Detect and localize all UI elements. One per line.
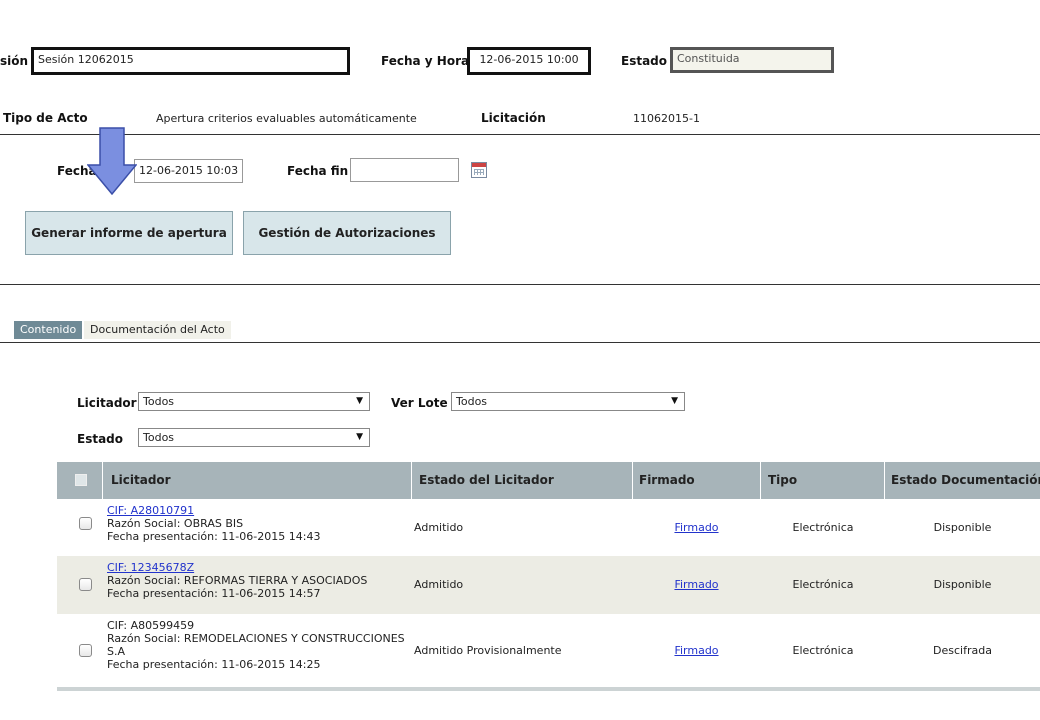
chevron-down-icon: ▼ [356, 432, 363, 442]
cif-link[interactable]: CIF: 12345678Z [107, 561, 367, 574]
calendar-icon[interactable] [471, 162, 487, 178]
licitacion-value: 11062015-1 [633, 112, 700, 125]
cif-link[interactable]: CIF: A28010791 [107, 504, 320, 517]
divider-middle [0, 284, 1040, 285]
table-row: CIF: A28010791 Razón Social: OBRAS BIS F… [57, 500, 1040, 556]
column-header-tipo[interactable]: Tipo [762, 462, 797, 499]
tipo-value: Electrónica [792, 521, 854, 534]
row-checkbox[interactable] [79, 644, 92, 657]
fecha-inicio-field[interactable]: 12-06-2015 10:03 [134, 159, 243, 183]
arrow-down-icon [87, 127, 137, 195]
filter-licitador-label: Licitador [77, 396, 137, 410]
tipo-value: Electrónica [792, 578, 854, 591]
razon-social-continued: S.A [107, 645, 126, 658]
fecha-presentacion: Fecha presentación: 11-06-2015 14:25 [107, 658, 321, 671]
tipo-value: Electrónica [792, 644, 854, 657]
tab-documentacion-acto[interactable]: Documentación del Acto [84, 321, 231, 339]
generar-informe-button[interactable]: Generar informe de apertura [25, 211, 233, 255]
firmado-link[interactable]: Firmado [633, 521, 760, 534]
chevron-down-icon: ▼ [356, 396, 363, 406]
filter-estado-label: Estado [77, 432, 124, 446]
table-row: CIF: A80599459 Razón Social: REMODELACIO… [57, 614, 1040, 687]
session-label: sión [0, 54, 29, 68]
razon-social: Razón Social: REMODELACIONES Y CONSTRUCC… [107, 632, 405, 645]
select-all-checkbox[interactable] [75, 474, 87, 486]
tab-contenido[interactable]: Contenido [14, 321, 83, 339]
column-header-firmado[interactable]: Firmado [633, 462, 695, 499]
estado-label: Estado [621, 54, 668, 68]
filter-estado-value: Todos [143, 431, 175, 444]
filter-licitador-select[interactable]: Todos ▼ [138, 392, 370, 411]
table-footer-bar [57, 687, 1040, 691]
column-header-estado-documentacion[interactable]: Estado Documentación [885, 462, 1040, 499]
row-checkbox[interactable] [79, 517, 92, 530]
licitador-info: CIF: 12345678Z Razón Social: REFORMAS TI… [107, 561, 367, 600]
tipo-acto-label: Tipo de Acto [3, 111, 88, 125]
fecha-presentacion: Fecha presentación: 11-06-2015 14:43 [107, 530, 321, 543]
column-header-estado-licitador[interactable]: Estado del Licitador [413, 462, 554, 499]
cif-text: CIF: A80599459 [107, 619, 195, 632]
column-separator [760, 462, 761, 499]
firmado-link[interactable]: Firmado [633, 578, 760, 591]
divider-tabs [0, 342, 1040, 343]
fecha-presentacion: Fecha presentación: 11-06-2015 14:57 [107, 587, 321, 600]
estado-documentacion-value: Descifrada [933, 644, 992, 657]
filter-licitador-value: Todos [143, 395, 175, 408]
razon-social: Razón Social: OBRAS BIS [107, 517, 244, 530]
estado-licitador: Admitido [414, 578, 464, 591]
estado-documentacion-value: Disponible [933, 578, 992, 591]
estado-field: Constituida [670, 47, 834, 73]
session-field[interactable]: Sesión 12062015 [31, 47, 350, 75]
column-separator [411, 462, 412, 499]
filter-ver-lote-label: Ver Lote [391, 396, 448, 410]
fecha-hora-field[interactable]: 12-06-2015 10:00 [467, 47, 591, 75]
column-header-licitador[interactable]: Licitador [105, 462, 171, 499]
razon-social: Razón Social: REFORMAS TIERRA Y ASOCIADO… [107, 574, 368, 587]
fecha-fin-field[interactable] [350, 158, 459, 182]
licitacion-label: Licitación [481, 111, 546, 125]
gestion-autorizaciones-button[interactable]: Gestión de Autorizaciones [243, 211, 451, 255]
table-row: CIF: 12345678Z Razón Social: REFORMAS TI… [57, 556, 1040, 614]
licitador-info: CIF: A28010791 Razón Social: OBRAS BIS F… [107, 504, 320, 543]
estado-licitador: Admitido [414, 521, 464, 534]
column-separator [102, 462, 103, 499]
fecha-fin-label: Fecha fin [287, 164, 349, 178]
estado-documentacion-value: Disponible [933, 521, 992, 534]
row-checkbox[interactable] [79, 578, 92, 591]
filter-estado-select[interactable]: Todos ▼ [138, 428, 370, 447]
tipo-acto-value: Apertura criterios evaluables automática… [156, 112, 417, 125]
estado-licitador: Admitido Provisionalmente [414, 644, 562, 657]
table-header: Licitador Estado del Licitador Firmado T… [57, 462, 1040, 499]
chevron-down-icon: ▼ [671, 396, 678, 406]
filter-ver-lote-select[interactable]: Todos ▼ [451, 392, 685, 411]
firmado-link[interactable]: Firmado [633, 644, 760, 657]
filter-ver-lote-value: Todos [456, 395, 488, 408]
divider-top [0, 134, 1040, 135]
licitador-info: CIF: A80599459 Razón Social: REMODELACIO… [107, 619, 405, 671]
fecha-hora-label: Fecha y Hora [381, 54, 470, 68]
